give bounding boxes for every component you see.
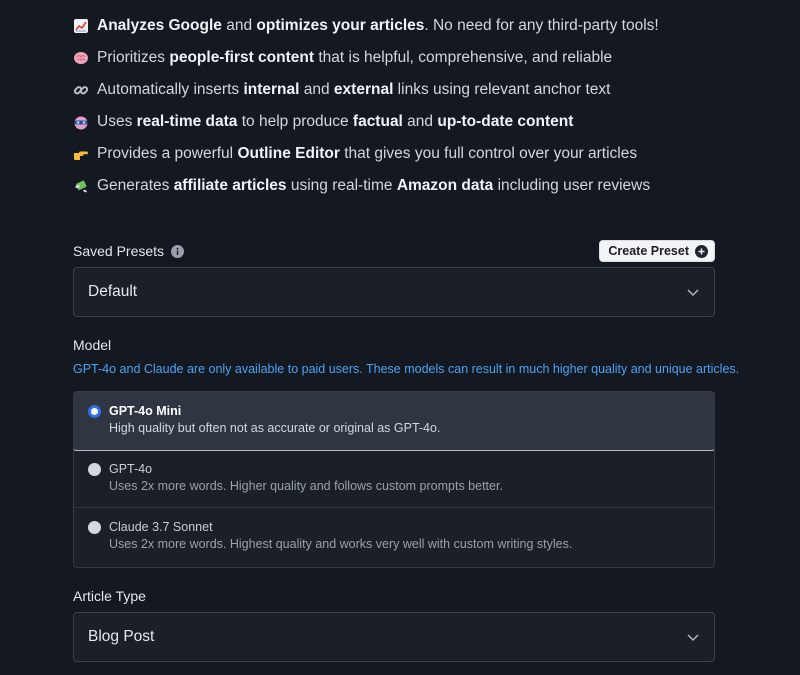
money-wings-icon [73,178,89,194]
model-radio-group: GPT-4o Mini High quality but often not a… [73,391,715,568]
saved-presets-label: Saved Presets [73,243,185,259]
model-option-title: GPT-4o Mini [109,404,182,418]
saved-presets-label-text: Saved Presets [73,243,165,259]
chevron-down-icon [686,630,700,644]
goggles-icon [73,114,89,130]
presets-header: Saved Presets Create Preset [73,236,715,266]
saved-presets-value: Default [88,283,138,300]
feature-text: Prioritizes people-first content that is… [97,49,613,66]
feature-item: Generates affiliate articles using real-… [73,170,733,202]
feature-text: Generates affiliate articles using real-… [97,177,651,194]
feature-text: Automatically inserts internal and exter… [97,81,611,98]
brain-icon [73,50,89,66]
radio-selected[interactable] [88,405,101,418]
model-option-title: Claude 3.7 Sonnet [109,520,213,534]
radio-unselected[interactable] [88,521,101,534]
model-label: Model [73,337,112,353]
feature-item: Provides a powerful Outline Editor that … [73,138,733,170]
model-option-gpt-4o[interactable]: GPT-4o Uses 2x more words. Higher qualit… [74,450,714,508]
info-icon[interactable] [171,244,185,258]
model-option-gpt-4o-mini[interactable]: GPT-4o Mini High quality but often not a… [74,391,714,451]
chart-icon [73,18,89,34]
feature-item: Automatically inserts internal and exter… [73,74,733,106]
saved-presets-select[interactable]: Default [73,267,715,317]
model-option-title: GPT-4o [109,461,153,476]
link-icon [73,82,89,98]
model-availability-note: GPT-4o and Claude are only available to … [73,362,740,376]
plus-circle-icon [695,244,708,258]
pointing-hand-icon [73,146,89,162]
create-preset-button[interactable]: Create Preset [599,240,715,262]
feature-item: Analyzes Google and optimizes your artic… [73,10,733,42]
model-option-text: Claude 3.7 Sonnet Uses 2x more words. Hi… [109,520,572,552]
feature-item: Prioritizes people-first content that is… [73,42,733,74]
model-option-description: Uses 2x more words. Highest quality and … [109,537,573,551]
feature-item: Uses real-time data to help produce fact… [73,106,733,138]
feature-text: Uses real-time data to help produce fact… [97,113,574,130]
feature-text: Analyzes Google and optimizes your artic… [97,17,659,34]
article-type-select[interactable]: Blog Post [73,612,715,662]
feature-text: Provides a powerful Outline Editor that … [97,145,638,162]
chevron-down-icon [686,285,700,299]
radio-unselected[interactable] [88,462,101,476]
feature-list: Analyzes Google and optimizes your artic… [73,10,733,202]
model-option-text: GPT-4o Uses 2x more words. Higher qualit… [109,462,503,494]
article-type-value: Blog Post [88,628,155,645]
model-option-description: Uses 2x more words. Higher quality and f… [109,478,503,493]
model-option-description: High quality but often not as accurate o… [109,421,441,435]
article-type-label: Article Type [73,588,146,604]
create-preset-label: Create Preset [608,244,689,258]
model-option-claude-3-7-sonnet[interactable]: Claude 3.7 Sonnet Uses 2x more words. Hi… [74,508,714,567]
model-option-text: GPT-4o Mini High quality but often not a… [109,404,440,436]
